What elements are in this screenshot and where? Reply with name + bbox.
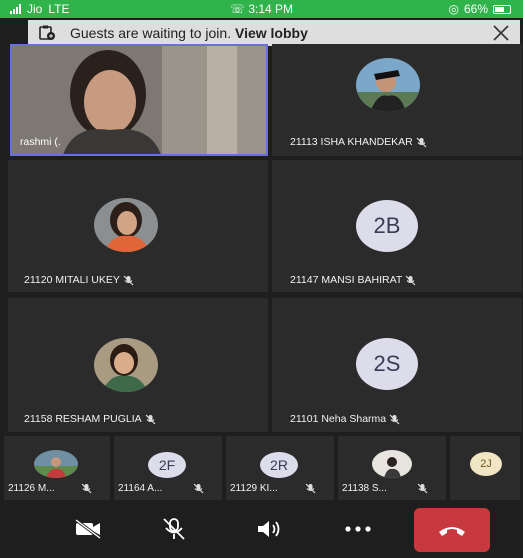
hang-up-icon (439, 527, 465, 536)
status-bar: Jio LTE ☏ 3:14 PM ◎ 66% (0, 0, 523, 18)
mic-muted-icon (193, 483, 204, 494)
mic-muted-icon (81, 483, 92, 494)
participant-name: 21164 A... (118, 483, 163, 494)
strip-participant[interactable]: 2R 21129 KI... (226, 436, 334, 500)
participant-name: 21113 ISHA KHANDEKAR (290, 136, 427, 148)
self-view-tile[interactable]: rashmi (. (10, 44, 268, 156)
participant-avatar (34, 450, 78, 478)
view-lobby-link[interactable]: View lobby (235, 25, 308, 41)
lobby-icon (39, 25, 55, 40)
battery-percent: 66% (463, 2, 488, 16)
mic-muted-icon (389, 414, 400, 424)
participant-avatar-initials: 2F (148, 452, 186, 478)
participant-avatar-initials: 2R (260, 452, 298, 478)
participant-name: 21129 KI... (230, 483, 278, 494)
participant-name: 21158 RESHAM PUGLIA (24, 413, 156, 425)
mic-muted-icon (305, 483, 316, 494)
self-view-name: rashmi (. (20, 136, 61, 148)
participant-tile[interactable]: 21120 MITALI UKEY (8, 160, 268, 292)
participant-avatar (94, 338, 158, 392)
mic-off-icon (163, 518, 185, 540)
participant-avatar (356, 58, 420, 112)
participant-tile[interactable]: 2S 21101 Neha Sharma (272, 298, 522, 432)
mic-muted-icon (405, 275, 416, 285)
mic-muted-icon (145, 414, 156, 424)
clock: 3:14 PM (248, 2, 294, 16)
participant-avatar (94, 198, 158, 252)
mic-muted-icon (417, 483, 428, 494)
camera-toggle-button[interactable] (60, 508, 116, 550)
participant-name: 21138 S... (342, 483, 387, 494)
participant-avatar-initials: 2S (356, 338, 418, 390)
participant-name: 21147 MANSI BAHIRAT (290, 274, 416, 286)
participant-name: 21120 MITALI UKEY (24, 274, 134, 286)
alarm-icon: ◎ (448, 2, 459, 16)
call-icon: ☏ (229, 2, 245, 16)
strip-participant[interactable]: 2F 21164 A... (114, 436, 222, 500)
video-off-icon (75, 518, 101, 540)
lobby-message: Guests are waiting to join. View lobby (70, 25, 492, 41)
mic-muted-icon (416, 137, 427, 147)
participant-avatar-initials: 2J (470, 452, 502, 476)
lobby-message-text: Guests are waiting to join. (70, 25, 232, 41)
strip-participant[interactable]: 2J (450, 436, 520, 500)
speaker-icon (258, 521, 280, 537)
participant-tile[interactable]: 2B 21147 MANSI BAHIRAT (272, 160, 522, 292)
participant-avatar (372, 450, 412, 478)
call-controls (0, 500, 523, 558)
participant-tile[interactable]: 21158 RESHAM PUGLIA (8, 298, 268, 432)
strip-participant[interactable]: 21138 S... (338, 436, 446, 500)
more-options-button[interactable] (330, 508, 386, 550)
speaker-button[interactable] (242, 508, 298, 550)
mic-muted-icon (123, 275, 134, 285)
more-horizontal-icon (345, 526, 371, 532)
mic-toggle-button[interactable] (146, 508, 202, 550)
battery-icon (493, 4, 511, 14)
participant-avatar-initials: 2B (356, 200, 418, 252)
participant-name: 21126 M... (8, 483, 55, 494)
hang-up-button[interactable] (414, 508, 490, 552)
participant-tile[interactable]: 21113 ISHA KHANDEKAR (272, 44, 522, 156)
participant-name: 21101 Neha Sharma (290, 413, 400, 425)
strip-participant[interactable]: 21126 M... (4, 436, 110, 500)
close-icon[interactable] (492, 24, 510, 42)
lobby-banner: Guests are waiting to join. View lobby (28, 20, 520, 46)
